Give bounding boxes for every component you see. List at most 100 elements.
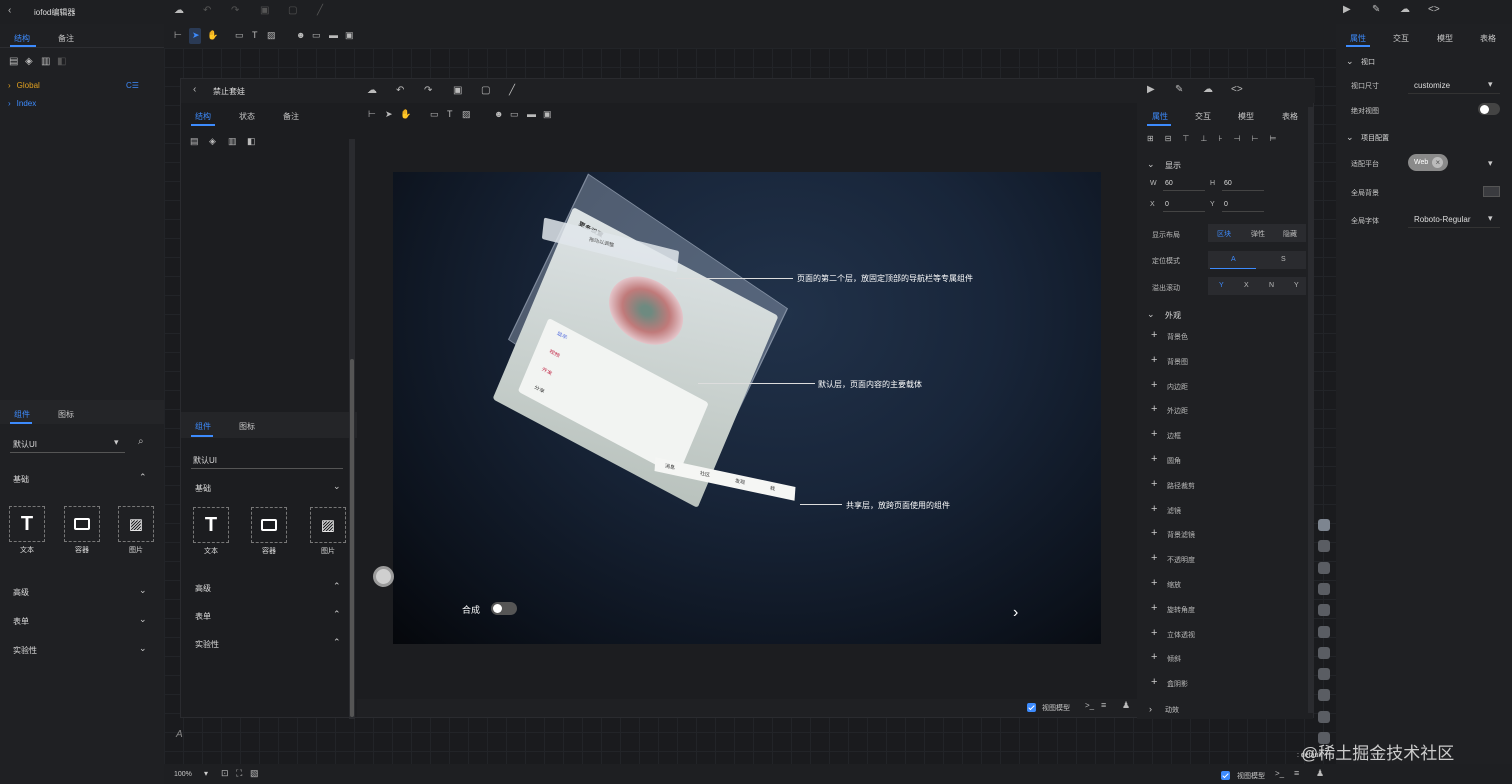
- section-experimental[interactable]: 实验性: [195, 639, 219, 650]
- wrench-icon[interactable]: ✎: [1372, 5, 1380, 15]
- chevron-down-icon[interactable]: ▾: [1488, 79, 1493, 90]
- appearance-section[interactable]: 外观: [1165, 310, 1181, 321]
- rect-icon[interactable]: ▭: [430, 110, 439, 119]
- users-icon[interactable]: ♟: [1122, 701, 1130, 710]
- list-icon[interactable]: [1318, 519, 1330, 531]
- image-tool-icon[interactable]: ▨: [462, 110, 471, 119]
- tab-model[interactable]: 模型: [1238, 111, 1254, 122]
- width-input[interactable]: 60: [1165, 180, 1173, 187]
- prop-row-13[interactable]: + 倾斜: [1151, 651, 1271, 665]
- undo-icon[interactable]: ↶: [396, 86, 404, 96]
- align-icon[interactable]: ⊢: [174, 31, 182, 40]
- share-icon[interactable]: [1318, 561, 1330, 574]
- absolute-view-toggle[interactable]: [1478, 103, 1500, 115]
- tab-icons[interactable]: 图标: [58, 409, 74, 420]
- section-basic[interactable]: 基础: [195, 483, 211, 494]
- tab-model[interactable]: 模型: [1437, 33, 1453, 44]
- overflow-y[interactable]: Y: [1219, 282, 1224, 289]
- ruler-icon[interactable]: ▧: [250, 769, 259, 778]
- prop-row-1[interactable]: + 背景图: [1151, 354, 1271, 368]
- align-icon[interactable]: ⊢: [368, 110, 376, 119]
- add-icon[interactable]: +: [1151, 651, 1157, 663]
- chevron-down-icon[interactable]: ▾: [114, 437, 119, 448]
- layers-icon[interactable]: ◈: [25, 57, 33, 67]
- chevron-down-icon[interactable]: ▾: [204, 769, 208, 778]
- users-icon[interactable]: ♟: [1316, 769, 1324, 778]
- tab-components[interactable]: 组件: [14, 409, 30, 420]
- video-icon[interactable]: ▬: [527, 110, 536, 119]
- image-component[interactable]: ▨: [118, 506, 154, 542]
- play-icon[interactable]: ▶: [1343, 5, 1351, 15]
- prop-row-0[interactable]: + 背景色: [1151, 329, 1271, 343]
- code-icon[interactable]: <>: [1428, 5, 1440, 15]
- emoji-icon[interactable]: ☻: [296, 31, 305, 40]
- add-icon[interactable]: +: [1151, 552, 1157, 564]
- trash-icon[interactable]: ▥: [228, 137, 237, 146]
- input-icon[interactable]: ▭: [510, 110, 519, 119]
- add-icon[interactable]: +: [1151, 354, 1157, 366]
- add-icon[interactable]: +: [1151, 602, 1157, 614]
- input-icon[interactable]: ▭: [312, 31, 321, 40]
- embed-icon[interactable]: ▣: [543, 110, 552, 119]
- align-toolbar[interactable]: ⊞⊟⊤⊥⊦⊣⊢⊨: [1147, 134, 1307, 144]
- add-icon[interactable]: +: [1151, 676, 1157, 688]
- vue-icon[interactable]: [1318, 689, 1330, 702]
- section-advanced[interactable]: 高级: [13, 587, 29, 598]
- add-icon[interactable]: +: [1151, 379, 1157, 391]
- tab-structure[interactable]: 结构: [195, 111, 211, 122]
- view-model-toggle[interactable]: [1027, 703, 1036, 714]
- chevron-right-icon[interactable]: ›: [1149, 704, 1152, 714]
- view-model-toggle[interactable]: [1221, 771, 1230, 782]
- prop-row-3[interactable]: + 外边距: [1151, 403, 1271, 417]
- pointer-icon[interactable]: ➤: [192, 31, 200, 40]
- toutiao-icon[interactable]: [1318, 625, 1330, 638]
- image-tool-icon[interactable]: ▨: [267, 31, 276, 40]
- chevron-down-icon[interactable]: ⌄: [1147, 309, 1155, 320]
- prop-row-12[interactable]: + 立体透视: [1151, 627, 1271, 641]
- brush-icon[interactable]: ╱: [509, 86, 515, 96]
- overflow-n[interactable]: N: [1269, 282, 1274, 289]
- code-icon[interactable]: <>: [1231, 85, 1243, 95]
- section-form[interactable]: 表单: [195, 611, 211, 622]
- y-input[interactable]: 0: [1224, 201, 1228, 208]
- position-absolute[interactable]: A: [1231, 256, 1236, 263]
- prop-row-10[interactable]: + 缩放: [1151, 577, 1271, 591]
- image-component[interactable]: ▨: [310, 507, 346, 543]
- tab-properties[interactable]: 属性: [1152, 111, 1168, 122]
- chevron-down-icon[interactable]: ▾: [1488, 213, 1493, 224]
- unlock-icon[interactable]: ▢: [481, 86, 490, 96]
- unlock-icon[interactable]: ▢: [288, 6, 297, 16]
- global-bg-swatch[interactable]: [1483, 186, 1500, 197]
- global-font-select[interactable]: Roboto-Regular: [1414, 215, 1470, 224]
- tab-icons[interactable]: 图标: [239, 421, 255, 432]
- animation-section[interactable]: 动效: [1165, 705, 1179, 715]
- chevron-down-icon[interactable]: ⌄: [1147, 159, 1155, 170]
- layout-block[interactable]: 区块: [1217, 229, 1231, 239]
- hand-icon[interactable]: ✋: [400, 110, 411, 119]
- overflow-both[interactable]: Y: [1294, 282, 1299, 289]
- add-icon[interactable]: +: [1151, 627, 1157, 639]
- prop-row-4[interactable]: + 边框: [1151, 428, 1271, 442]
- cloud-upload-icon[interactable]: ☁: [367, 86, 377, 96]
- viewport-section[interactable]: 视口: [1361, 57, 1375, 67]
- compose-toggle[interactable]: [491, 602, 517, 615]
- add-icon[interactable]: +: [1151, 527, 1157, 539]
- trash-icon[interactable]: ▥: [41, 57, 50, 67]
- pointer-icon[interactable]: ➤: [385, 110, 393, 119]
- add-icon[interactable]: +: [1151, 478, 1157, 490]
- tab-properties[interactable]: 属性: [1350, 33, 1366, 44]
- tab-structure[interactable]: 结构: [14, 33, 30, 44]
- height-input[interactable]: 60: [1224, 180, 1232, 187]
- viewport-size-select[interactable]: customize: [1414, 81, 1450, 90]
- add-icon[interactable]: +: [1151, 453, 1157, 465]
- container-component[interactable]: [64, 506, 100, 542]
- display-section[interactable]: 显示: [1165, 160, 1181, 171]
- text-component[interactable]: T: [193, 507, 229, 543]
- container-component[interactable]: [251, 507, 287, 543]
- refresh-icon[interactable]: [1318, 668, 1330, 681]
- section-basic[interactable]: 基础: [13, 474, 29, 485]
- prop-row-9[interactable]: + 不透明度: [1151, 552, 1271, 566]
- add-icon[interactable]: +: [1151, 428, 1157, 440]
- chevron-up-icon[interactable]: ⌃: [333, 609, 341, 620]
- overflow-x[interactable]: X: [1244, 282, 1249, 289]
